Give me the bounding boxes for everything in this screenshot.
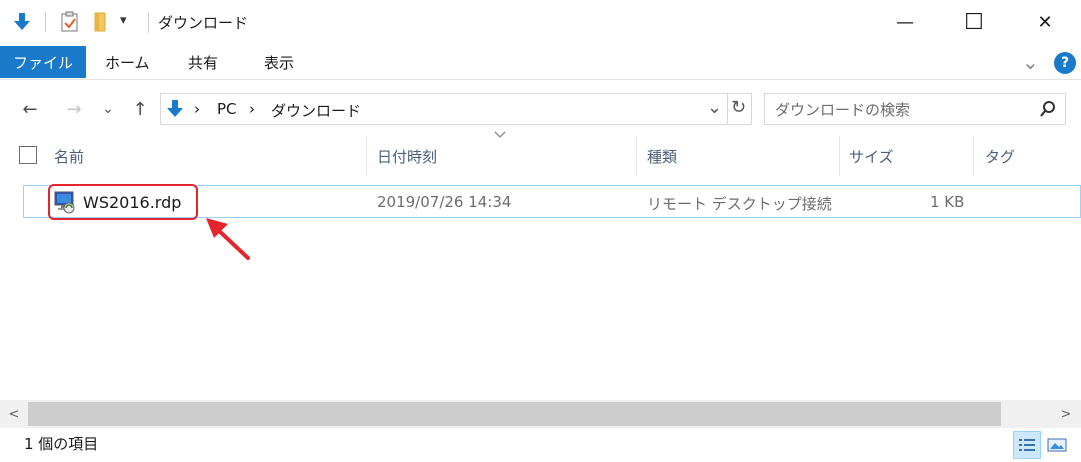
recent-locations-button[interactable]: ⌄ [98, 94, 118, 124]
close-button[interactable]: ✕ [1022, 0, 1068, 44]
qat-divider [45, 12, 46, 32]
column-header-size[interactable]: サイズ [849, 138, 894, 174]
new-folder-icon[interactable] [88, 10, 112, 34]
title-divider [148, 13, 149, 33]
scroll-right-button[interactable]: > [1056, 404, 1076, 424]
forward-button[interactable]: → [60, 94, 88, 124]
select-all-checkbox[interactable] [19, 146, 37, 164]
column-divider[interactable] [366, 136, 367, 176]
scrollbar-thumb[interactable] [28, 402, 1001, 426]
file-size: 1 KB [930, 193, 965, 211]
download-folder-icon[interactable] [10, 10, 34, 34]
column-header-type[interactable]: 種類 [647, 138, 677, 174]
tab-view[interactable]: 表示 [264, 46, 294, 78]
tab-home[interactable]: ホーム [105, 46, 150, 78]
column-divider[interactable] [839, 136, 840, 176]
ribbon-expand-chevron-icon[interactable]: ⌄ [1022, 50, 1039, 74]
breadcrumb-separator[interactable]: › [194, 100, 200, 118]
address-dropdown-icon[interactable]: ⌄ [707, 97, 722, 118]
qat-customize-dropdown[interactable]: ▾ [120, 13, 127, 28]
downloads-location-icon [167, 99, 183, 123]
up-button[interactable]: ↑ [126, 94, 154, 124]
tab-share[interactable]: 共有 [188, 46, 218, 78]
search-placeholder: ダウンロードの検索 [775, 100, 911, 119]
address-bar[interactable]: › PC › ダウンロード ⌄ ↻ [160, 93, 752, 125]
window-title: ダウンロード [158, 14, 249, 32]
breadcrumb-pc[interactable]: PC [217, 100, 237, 118]
column-header-name[interactable]: 名前 [54, 138, 84, 174]
search-input[interactable]: ダウンロードの検索 [764, 93, 1066, 125]
column-divider[interactable] [973, 136, 974, 176]
large-icons-view-button[interactable] [1043, 431, 1071, 459]
minimize-button[interactable]: — [882, 0, 928, 44]
refresh-button[interactable]: ↻ [731, 97, 746, 118]
annotation-highlight-box [48, 184, 198, 220]
details-view-button[interactable] [1013, 431, 1041, 459]
tab-file[interactable]: ファイル [0, 46, 86, 78]
properties-icon[interactable] [58, 10, 82, 34]
sort-indicator-icon [494, 128, 506, 143]
search-icon[interactable] [1039, 100, 1057, 122]
back-button[interactable]: ← [16, 94, 44, 124]
column-divider[interactable] [636, 136, 637, 176]
file-date: 2019/07/26 14:34 [377, 193, 512, 211]
file-type: リモート デスクトップ接続 [647, 195, 832, 213]
help-button[interactable]: ? [1054, 52, 1076, 74]
scroll-left-button[interactable]: < [4, 404, 24, 424]
column-header-tags[interactable]: タグ [985, 138, 1015, 174]
item-count: 1 個の項目 [24, 435, 99, 453]
annotation-arrow-icon [202, 214, 254, 268]
maximize-button[interactable]: ☐ [951, 0, 997, 44]
breadcrumb-separator[interactable]: › [249, 100, 255, 118]
column-header-date[interactable]: 日付時刻 [377, 138, 437, 174]
address-divider [727, 94, 728, 124]
breadcrumb-downloads[interactable]: ダウンロード [271, 100, 361, 121]
ribbon-tab-bar [0, 44, 1081, 80]
